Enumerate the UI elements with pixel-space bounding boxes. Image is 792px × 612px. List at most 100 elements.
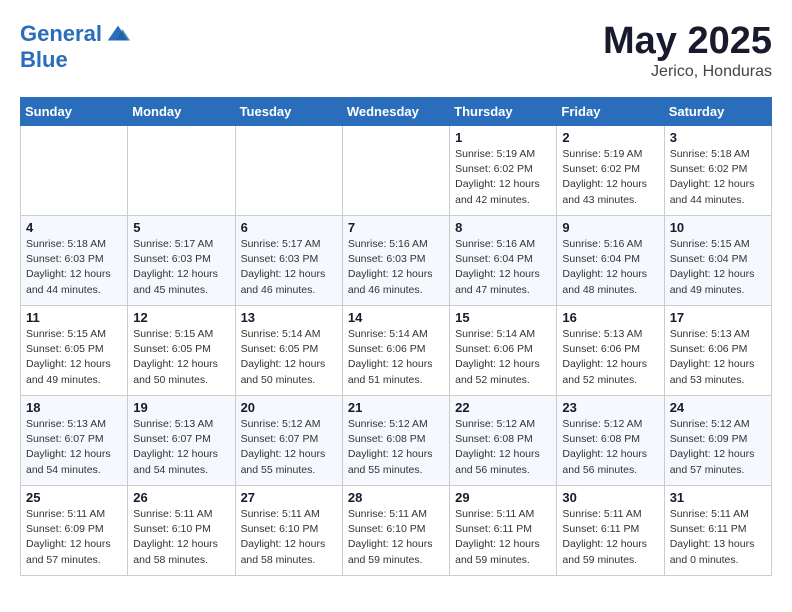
day-number: 28: [348, 490, 444, 505]
day-info: Sunrise: 5:11 AM Sunset: 6:10 PM Dayligh…: [241, 507, 337, 568]
calendar-cell: [342, 126, 449, 216]
day-number: 26: [133, 490, 229, 505]
day-info: Sunrise: 5:17 AM Sunset: 6:03 PM Dayligh…: [133, 237, 229, 298]
day-number: 22: [455, 400, 551, 415]
day-number: 23: [562, 400, 658, 415]
calendar-cell: [21, 126, 128, 216]
calendar-cell: 3 Sunrise: 5:18 AM Sunset: 6:02 PM Daylig…: [664, 126, 771, 216]
day-number: 27: [241, 490, 337, 505]
day-info: Sunrise: 5:16 AM Sunset: 6:03 PM Dayligh…: [348, 237, 444, 298]
calendar-cell: 1 Sunrise: 5:19 AM Sunset: 6:02 PM Daylig…: [450, 126, 557, 216]
calendar-cell: 15 Sunrise: 5:14 AM Sunset: 6:06 PM Dayli…: [450, 306, 557, 396]
calendar-cell: 24 Sunrise: 5:12 AM Sunset: 6:09 PM Dayli…: [664, 396, 771, 486]
calendar-cell: 20 Sunrise: 5:12 AM Sunset: 6:07 PM Dayli…: [235, 396, 342, 486]
day-info: Sunrise: 5:18 AM Sunset: 6:02 PM Dayligh…: [670, 147, 766, 208]
day-info: Sunrise: 5:16 AM Sunset: 6:04 PM Dayligh…: [562, 237, 658, 298]
weekday-header-friday: Friday: [557, 98, 664, 126]
day-number: 13: [241, 310, 337, 325]
day-info: Sunrise: 5:19 AM Sunset: 6:02 PM Dayligh…: [455, 147, 551, 208]
calendar-cell: 11 Sunrise: 5:15 AM Sunset: 6:05 PM Dayli…: [21, 306, 128, 396]
day-info: Sunrise: 5:11 AM Sunset: 6:09 PM Dayligh…: [26, 507, 122, 568]
day-info: Sunrise: 5:11 AM Sunset: 6:11 PM Dayligh…: [562, 507, 658, 568]
calendar-cell: 26 Sunrise: 5:11 AM Sunset: 6:10 PM Dayli…: [128, 486, 235, 576]
calendar-cell: [235, 126, 342, 216]
day-number: 5: [133, 220, 229, 235]
calendar-cell: 19Sunrise: 5:13 AM Sunset: 6:07 PM Dayli…: [128, 396, 235, 486]
day-number: 1: [455, 130, 551, 145]
day-number: 9: [562, 220, 658, 235]
day-info: Sunrise: 5:12 AM Sunset: 6:07 PM Dayligh…: [241, 417, 337, 478]
day-number: 19: [133, 400, 229, 415]
day-info: Sunrise: 5:13 AM Sunset: 6:06 PM Dayligh…: [670, 327, 766, 388]
day-number: 25: [26, 490, 122, 505]
day-info: Sunrise: 5:11 AM Sunset: 6:11 PM Dayligh…: [670, 507, 766, 568]
main-title: May 2025: [603, 20, 772, 63]
weekday-header-sunday: Sunday: [21, 98, 128, 126]
day-number: 29: [455, 490, 551, 505]
day-number: 7: [348, 220, 444, 235]
day-number: 20: [241, 400, 337, 415]
day-number: 30: [562, 490, 658, 505]
day-info: Sunrise: 5:12 AM Sunset: 6:09 PM Dayligh…: [670, 417, 766, 478]
day-number: 4: [26, 220, 122, 235]
calendar-cell: 30 Sunrise: 5:11 AM Sunset: 6:11 PM Dayli…: [557, 486, 664, 576]
calendar-cell: 6 Sunrise: 5:17 AM Sunset: 6:03 PM Daylig…: [235, 216, 342, 306]
calendar-week-5: 25 Sunrise: 5:11 AM Sunset: 6:09 PM Dayli…: [21, 486, 772, 576]
weekday-header-thursday: Thursday: [450, 98, 557, 126]
day-number: 21: [348, 400, 444, 415]
weekday-header-monday: Monday: [128, 98, 235, 126]
day-number: 24: [670, 400, 766, 415]
calendar-week-2: 4 Sunrise: 5:18 AM Sunset: 6:03 PM Daylig…: [21, 216, 772, 306]
day-info: Sunrise: 5:14 AM Sunset: 6:06 PM Dayligh…: [455, 327, 551, 388]
logo: General Blue: [20, 20, 132, 72]
day-number: 2: [562, 130, 658, 145]
calendar-cell: 31 Sunrise: 5:11 AM Sunset: 6:11 PM Dayli…: [664, 486, 771, 576]
calendar-cell: 17Sunrise: 5:13 AM Sunset: 6:06 PM Dayli…: [664, 306, 771, 396]
day-info: Sunrise: 5:18 AM Sunset: 6:03 PM Dayligh…: [26, 237, 122, 298]
day-info: Sunrise: 5:11 AM Sunset: 6:10 PM Dayligh…: [133, 507, 229, 568]
day-info: Sunrise: 5:13 AM Sunset: 6:06 PM Dayligh…: [562, 327, 658, 388]
calendar-cell: 13 Sunrise: 5:14 AM Sunset: 6:05 PM Dayli…: [235, 306, 342, 396]
logo-icon: [104, 20, 132, 48]
day-number: 16: [562, 310, 658, 325]
calendar-cell: 4 Sunrise: 5:18 AM Sunset: 6:03 PM Daylig…: [21, 216, 128, 306]
day-number: 31: [670, 490, 766, 505]
calendar-cell: 10Sunrise: 5:15 AM Sunset: 6:04 PM Dayli…: [664, 216, 771, 306]
day-info: Sunrise: 5:19 AM Sunset: 6:02 PM Dayligh…: [562, 147, 658, 208]
weekday-header-tuesday: Tuesday: [235, 98, 342, 126]
weekday-header-saturday: Saturday: [664, 98, 771, 126]
calendar-cell: 5 Sunrise: 5:17 AM Sunset: 6:03 PM Daylig…: [128, 216, 235, 306]
day-info: Sunrise: 5:14 AM Sunset: 6:06 PM Dayligh…: [348, 327, 444, 388]
day-number: 12: [133, 310, 229, 325]
calendar-cell: 23 Sunrise: 5:12 AM Sunset: 6:08 PM Dayli…: [557, 396, 664, 486]
day-info: Sunrise: 5:12 AM Sunset: 6:08 PM Dayligh…: [562, 417, 658, 478]
day-info: Sunrise: 5:12 AM Sunset: 6:08 PM Dayligh…: [455, 417, 551, 478]
calendar-table: SundayMondayTuesdayWednesdayThursdayFrid…: [20, 97, 772, 576]
calendar-cell: 22 Sunrise: 5:12 AM Sunset: 6:08 PM Dayli…: [450, 396, 557, 486]
calendar-week-4: 18 Sunrise: 5:13 AM Sunset: 6:07 PM Dayli…: [21, 396, 772, 486]
day-number: 15: [455, 310, 551, 325]
calendar-cell: 9 Sunrise: 5:16 AM Sunset: 6:04 PM Daylig…: [557, 216, 664, 306]
calendar-cell: 12 Sunrise: 5:15 AM Sunset: 6:05 PM Dayli…: [128, 306, 235, 396]
day-number: 8: [455, 220, 551, 235]
page-header: General Blue May 2025 Jerico, Honduras: [20, 20, 772, 81]
day-info: Sunrise: 5:12 AM Sunset: 6:08 PM Dayligh…: [348, 417, 444, 478]
day-number: 10: [670, 220, 766, 235]
day-number: 3: [670, 130, 766, 145]
title-block: May 2025 Jerico, Honduras: [603, 20, 772, 81]
day-info: Sunrise: 5:14 AM Sunset: 6:05 PM Dayligh…: [241, 327, 337, 388]
day-info: Sunrise: 5:17 AM Sunset: 6:03 PM Dayligh…: [241, 237, 337, 298]
day-number: 18: [26, 400, 122, 415]
day-info: Sunrise: 5:15 AM Sunset: 6:05 PM Dayligh…: [133, 327, 229, 388]
day-info: Sunrise: 5:15 AM Sunset: 6:05 PM Dayligh…: [26, 327, 122, 388]
day-number: 6: [241, 220, 337, 235]
day-info: Sunrise: 5:16 AM Sunset: 6:04 PM Dayligh…: [455, 237, 551, 298]
day-number: 11: [26, 310, 122, 325]
day-info: Sunrise: 5:13 AM Sunset: 6:07 PM Dayligh…: [26, 417, 122, 478]
calendar-cell: 27 Sunrise: 5:11 AM Sunset: 6:10 PM Dayli…: [235, 486, 342, 576]
calendar-cell: 7 Sunrise: 5:16 AM Sunset: 6:03 PM Daylig…: [342, 216, 449, 306]
calendar-cell: [128, 126, 235, 216]
weekday-header-wednesday: Wednesday: [342, 98, 449, 126]
day-number: 14: [348, 310, 444, 325]
calendar-cell: 18 Sunrise: 5:13 AM Sunset: 6:07 PM Dayli…: [21, 396, 128, 486]
